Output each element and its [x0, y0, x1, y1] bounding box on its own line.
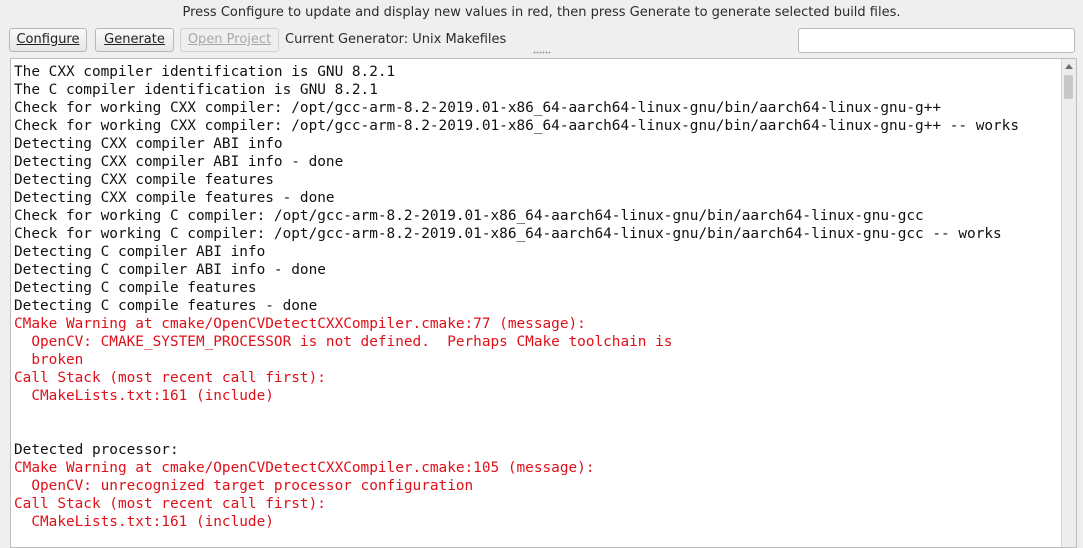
log-line: OpenCV: CMAKE_SYSTEM_PROCESSOR is not de… — [14, 334, 673, 350]
log-line: Detecting C compile features - done — [14, 298, 318, 314]
log-line: Detecting C compiler ABI info - done — [14, 262, 326, 278]
log-line: Check for working C compiler: /opt/gcc-a… — [14, 226, 1002, 242]
generate-button-label: Generate — [104, 32, 165, 47]
log-line: Detecting C compiler ABI info — [14, 244, 266, 260]
log-line: Detecting C compile features — [14, 280, 257, 296]
scroll-up-arrow-icon[interactable] — [1065, 64, 1073, 69]
instruction-text: Press Configure to update and display ne… — [182, 5, 901, 20]
current-generator-label: Current Generator: Unix Makefiles — [285, 32, 507, 47]
splitter-handle[interactable] — [533, 51, 551, 54]
log-line: Detecting CXX compile features - done — [14, 190, 335, 206]
log-line: Check for working CXX compiler: /opt/gcc… — [14, 100, 942, 116]
output-log[interactable]: The CXX compiler identification is GNU 8… — [10, 58, 1077, 548]
log-line: The CXX compiler identification is GNU 8… — [14, 64, 396, 80]
log-line: OpenCV: unrecognized target processor co… — [14, 478, 474, 494]
log-line: CMake Warning at cmake/OpenCVDetectCXXCo… — [14, 316, 586, 332]
log-line: Detecting CXX compile features — [14, 172, 274, 188]
log-line: Check for working CXX compiler: /opt/gcc… — [14, 118, 1020, 134]
log-line: Call Stack (most recent call first): — [14, 370, 326, 386]
scrollbar-thumb[interactable] — [1064, 75, 1073, 99]
log-line: Detected processor: — [14, 442, 179, 458]
configure-button[interactable]: Configure — [9, 28, 87, 52]
configure-button-label: Configure — [16, 32, 80, 47]
open-project-button[interactable]: Open Project — [180, 28, 279, 52]
generate-button[interactable]: Generate — [95, 28, 174, 52]
log-line: Call Stack (most recent call first): — [14, 496, 326, 512]
log-line: The C compiler identification is GNU 8.2… — [14, 82, 378, 98]
log-line: Detecting CXX compiler ABI info - done — [14, 154, 344, 170]
search-input[interactable] — [798, 28, 1075, 53]
log-line: CMakeLists.txt:161 (include) — [14, 388, 274, 404]
output-log-text: The CXX compiler identification is GNU 8… — [14, 63, 1060, 531]
log-line: Detecting CXX compiler ABI info — [14, 136, 283, 152]
log-line: Check for working C compiler: /opt/gcc-a… — [14, 208, 924, 224]
log-line: CMake Warning at cmake/OpenCVDetectCXXCo… — [14, 460, 595, 476]
vertical-scrollbar[interactable] — [1061, 59, 1076, 547]
log-line: broken — [14, 352, 84, 368]
open-project-button-label: Open Project — [187, 32, 272, 47]
log-line: CMakeLists.txt:161 (include) — [14, 514, 274, 530]
